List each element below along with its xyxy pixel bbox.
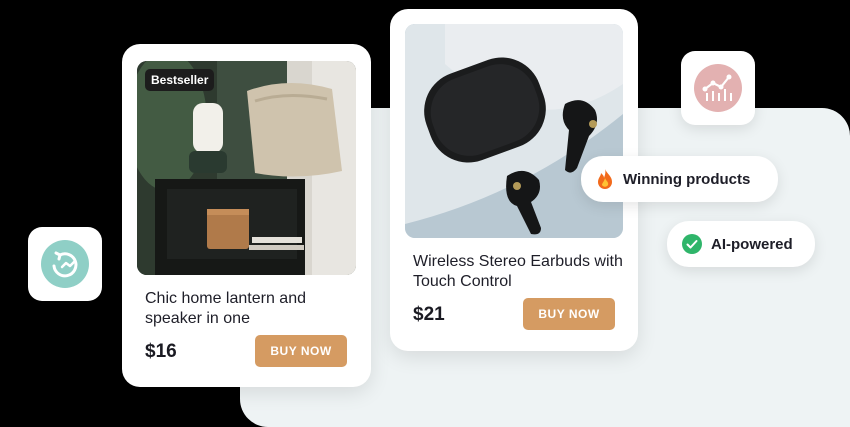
product-title: Chic home lantern and speaker in one — [145, 290, 306, 327]
product-price: $21 — [413, 304, 445, 325]
analytics-tile — [681, 51, 755, 125]
fire-icon — [595, 168, 615, 190]
product-title: Wireless Stereo Earbuds with Touch Contr… — [413, 253, 623, 290]
product-image-earbuds — [405, 24, 623, 238]
buy-now-button[interactable]: BUY NOW — [523, 298, 615, 330]
refresh-logo-icon — [41, 240, 89, 288]
product-image-lantern: Bestseller — [137, 61, 356, 275]
buy-now-button[interactable]: BUY NOW — [255, 335, 347, 367]
analytics-chart-icon — [694, 64, 742, 112]
winning-products-tag: Winning products — [581, 156, 778, 202]
product-price: $16 — [145, 341, 177, 362]
lantern-photo-illustration — [137, 61, 356, 275]
ai-powered-tag: AI-powered — [667, 221, 815, 267]
winning-products-label: Winning products — [623, 170, 751, 188]
check-circle-icon — [681, 233, 703, 255]
app-logo-tile — [28, 227, 102, 301]
product-card-lantern[interactable]: Bestseller Chic home lantern and speaker… — [122, 44, 371, 387]
ai-powered-label: AI-powered — [711, 235, 793, 253]
bestseller-badge: Bestseller — [145, 69, 215, 91]
earbuds-photo-illustration — [405, 24, 623, 238]
